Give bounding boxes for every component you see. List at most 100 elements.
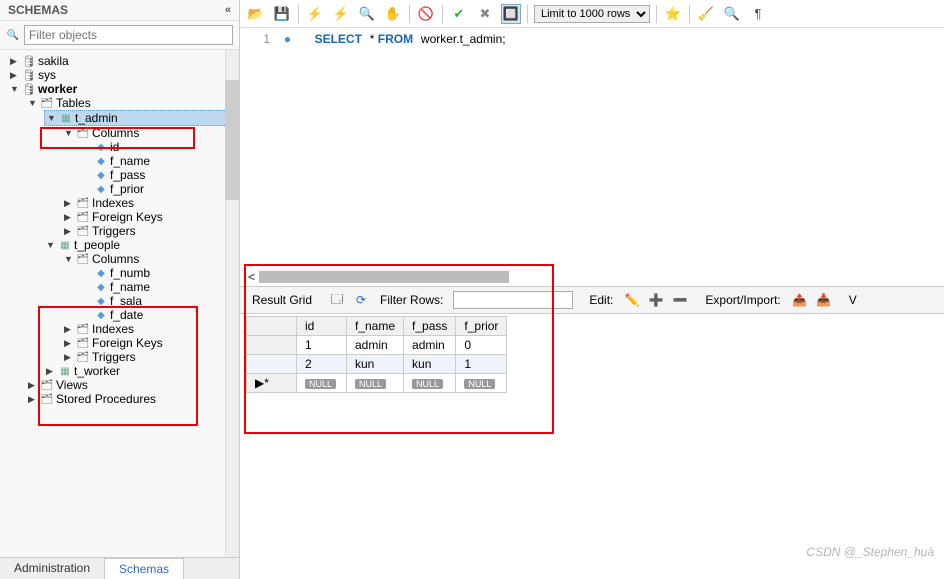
- column-icon: [94, 141, 108, 153]
- column-f-pass[interactable]: f_pass: [80, 168, 239, 182]
- views-folder[interactable]: ▶Views: [26, 378, 239, 392]
- chevron-left-icon: <: [248, 270, 255, 284]
- main-panel: 📂 💾 ⚡ ⚡ 🔍 ✋ 🚫 ✔ ✖ 🔲 Limit to 1000 rows ⭐…: [240, 0, 944, 579]
- new-row-icon: ▶*: [247, 374, 297, 393]
- column-icon: [94, 183, 108, 195]
- folder-icon: [76, 197, 90, 209]
- result-toolbar: Result Grid 🗔 ⟳ Filter Rows: Edit: ✏️ ➕ …: [240, 286, 944, 314]
- save-icon[interactable]: 💾: [272, 4, 292, 24]
- open-file-icon[interactable]: 📂: [246, 4, 266, 24]
- beautify-icon[interactable]: ⭐: [663, 4, 683, 24]
- triggers-folder[interactable]: ▶Triggers: [62, 350, 239, 364]
- data-row[interactable]: 2kunkun1: [247, 355, 507, 374]
- schema-node-worker[interactable]: ▼worker: [8, 82, 239, 96]
- edit-icon[interactable]: ✏️: [623, 291, 641, 309]
- import-icon[interactable]: 📥: [815, 291, 833, 309]
- scrollbar-track[interactable]: [225, 50, 239, 557]
- edit-label: Edit:: [585, 291, 617, 309]
- col-header-fpass[interactable]: f_pass: [404, 317, 456, 336]
- stored-proc-folder[interactable]: ▶Stored Procedures: [26, 392, 239, 406]
- column-id[interactable]: id: [80, 140, 239, 154]
- find-icon[interactable]: 🧹: [696, 4, 716, 24]
- filter-rows-input[interactable]: [453, 291, 573, 309]
- tables-folder[interactable]: ▼Tables: [26, 96, 239, 110]
- column-icon: [94, 295, 108, 307]
- table-t-worker[interactable]: ▶t_worker: [44, 364, 239, 378]
- col-header-id[interactable]: id: [297, 317, 347, 336]
- execute-icon[interactable]: ⚡: [305, 4, 325, 24]
- folder-icon: [40, 97, 54, 109]
- column-f-sala[interactable]: f_sala: [80, 294, 239, 308]
- export-icon[interactable]: 📤: [791, 291, 809, 309]
- watermark: CSDN @_Stephen_huà: [806, 545, 934, 559]
- scrollbar-thumb[interactable]: [225, 80, 239, 200]
- col-header-fname[interactable]: f_name: [347, 317, 404, 336]
- column-icon: [94, 169, 108, 181]
- column-f-date[interactable]: f_date: [80, 308, 239, 322]
- refresh-icon[interactable]: ⟳: [352, 291, 370, 309]
- database-icon: [22, 69, 36, 81]
- delete-row-icon[interactable]: ➖: [671, 291, 689, 309]
- folder-icon: [76, 323, 90, 335]
- result-grid-label: Result Grid: [248, 291, 316, 309]
- schema-tree: ▶sakila ▶sys ▼worker ▼Tables ▼t_admin: [0, 50, 239, 557]
- execute-current-icon[interactable]: ⚡: [331, 4, 351, 24]
- sidebar-collapse-icon[interactable]: «: [225, 4, 231, 16]
- tab-administration[interactable]: Administration: [0, 558, 104, 579]
- rollback-icon[interactable]: ✖: [475, 4, 495, 24]
- folder-icon: [76, 337, 90, 349]
- result-grid: id f_name f_pass f_prior 1adminadmin0 2k…: [246, 316, 507, 393]
- column-f-numb[interactable]: f_numb: [80, 266, 239, 280]
- toggle-panel-icon[interactable]: ¶: [748, 4, 768, 24]
- export-label: Export/Import:: [701, 291, 784, 309]
- column-icon: [94, 155, 108, 167]
- column-f-name[interactable]: f_name: [80, 154, 239, 168]
- foreign-keys-folder[interactable]: ▶Foreign Keys: [62, 210, 239, 224]
- limit-rows-select[interactable]: Limit to 1000 rows: [534, 5, 650, 23]
- folder-icon: [76, 351, 90, 363]
- insert-row[interactable]: ▶* NULL NULL NULL NULL: [247, 374, 507, 393]
- indexes-folder[interactable]: ▶Indexes: [62, 322, 239, 336]
- columns-folder[interactable]: ▼Columns: [62, 126, 239, 140]
- result-panel: < Result Grid 🗔 ⟳ Filter Rows: Edit: ✏️ …: [240, 268, 944, 393]
- folder-icon: [76, 253, 90, 265]
- column-f-prior[interactable]: f_prior: [80, 182, 239, 196]
- add-row-icon[interactable]: ➕: [647, 291, 665, 309]
- search-icon[interactable]: 🔍: [722, 4, 742, 24]
- filter-input[interactable]: [24, 25, 233, 45]
- table-t-admin[interactable]: ▼t_admin: [44, 110, 239, 126]
- schema-search: 🔍: [0, 21, 239, 50]
- columns-folder[interactable]: ▼Columns: [62, 252, 239, 266]
- result-collapse-bar[interactable]: <: [240, 268, 944, 286]
- indexes-folder[interactable]: ▶Indexes: [62, 196, 239, 210]
- col-header-fprior[interactable]: f_prior: [456, 317, 507, 336]
- data-row[interactable]: 1adminadmin0: [247, 336, 507, 355]
- wrap-label: V: [845, 291, 861, 309]
- column-icon: [94, 281, 108, 293]
- tab-schemas[interactable]: Schemas: [104, 558, 184, 579]
- sql-editor[interactable]: 1 ● SELECT * FROM worker.t_admin;: [240, 28, 944, 268]
- breakpoint-dot: ●: [284, 32, 291, 46]
- table-icon: [58, 365, 72, 377]
- foreign-keys-folder[interactable]: ▶Foreign Keys: [62, 336, 239, 350]
- table-t-people[interactable]: ▼t_people: [44, 238, 239, 252]
- schema-node-sakila[interactable]: ▶sakila: [8, 54, 239, 68]
- search-icon: 🔍: [6, 29, 20, 41]
- folder-icon: [40, 393, 54, 405]
- folder-icon: [40, 379, 54, 391]
- sidebar-title: SCHEMAS: [8, 3, 68, 17]
- result-grid-icon[interactable]: 🗔: [328, 291, 346, 309]
- cancel-icon[interactable]: 🚫: [416, 4, 436, 24]
- editor-toolbar: 📂 💾 ⚡ ⚡ 🔍 ✋ 🚫 ✔ ✖ 🔲 Limit to 1000 rows ⭐…: [240, 0, 944, 28]
- column-icon: [94, 267, 108, 279]
- column-f-name[interactable]: f_name: [80, 280, 239, 294]
- explain-icon[interactable]: 🔍: [357, 4, 377, 24]
- stop-icon[interactable]: ✋: [383, 4, 403, 24]
- triggers-folder[interactable]: ▶Triggers: [62, 224, 239, 238]
- schema-node-sys[interactable]: ▶sys: [8, 68, 239, 82]
- autocommit-icon[interactable]: 🔲: [501, 4, 521, 24]
- database-icon: [22, 83, 36, 95]
- folder-icon: [76, 211, 90, 223]
- table-icon: [58, 239, 72, 251]
- commit-icon[interactable]: ✔: [449, 4, 469, 24]
